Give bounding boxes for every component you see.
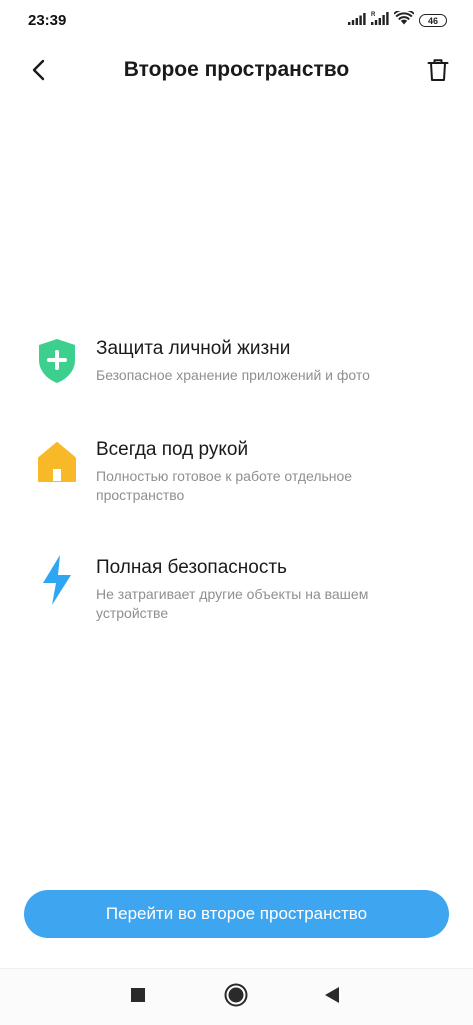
page-title: Второе пространство bbox=[123, 58, 350, 81]
trash-icon bbox=[427, 58, 449, 87]
house-icon bbox=[36, 437, 78, 487]
system-nav-bar bbox=[0, 968, 473, 1025]
wifi-icon bbox=[393, 8, 415, 30]
lightning-icon bbox=[36, 555, 78, 605]
signal-icon: R bbox=[371, 11, 389, 30]
feature-subtitle: Безопасное хранение приложений и фото bbox=[96, 367, 370, 383]
feature-text: Всегда под рукой Полностью готовое к раб… bbox=[96, 437, 436, 505]
home-button[interactable] bbox=[222, 983, 250, 1011]
feature-title: Полная безопасность bbox=[96, 557, 287, 578]
signal-icon bbox=[348, 12, 366, 30]
status-icons: R 46 bbox=[348, 8, 447, 30]
system-back-button[interactable] bbox=[318, 983, 346, 1011]
back-triangle-icon bbox=[324, 986, 340, 1009]
go-to-second-space-button[interactable]: Перейти во второе пространство bbox=[24, 890, 449, 938]
app-header: Второе пространство bbox=[0, 44, 473, 100]
delete-button[interactable] bbox=[421, 56, 455, 88]
feature-text: Защита личной жизни Безопасное хранение … bbox=[96, 336, 436, 385]
feature-subtitle: Полностью готовое к работе отдельное про… bbox=[96, 468, 353, 503]
recents-button[interactable] bbox=[124, 983, 152, 1011]
home-circle-icon bbox=[224, 983, 248, 1012]
feature-title: Всегда под рукой bbox=[96, 439, 249, 460]
feature-title: Защита личной жизни bbox=[96, 338, 291, 359]
shield-plus-icon bbox=[36, 336, 78, 386]
svg-text:R: R bbox=[371, 12, 376, 18]
feature-subtitle: Не затрагивает другие объекты на вашем у… bbox=[96, 586, 369, 621]
feature-text: Полная безопасность Не затрагивает други… bbox=[96, 555, 436, 623]
recents-square-icon bbox=[130, 987, 146, 1008]
status-time: 23:39 bbox=[28, 12, 67, 29]
battery-icon: 46 bbox=[419, 14, 447, 27]
status-bar: 23:39 R 46 bbox=[0, 0, 473, 44]
